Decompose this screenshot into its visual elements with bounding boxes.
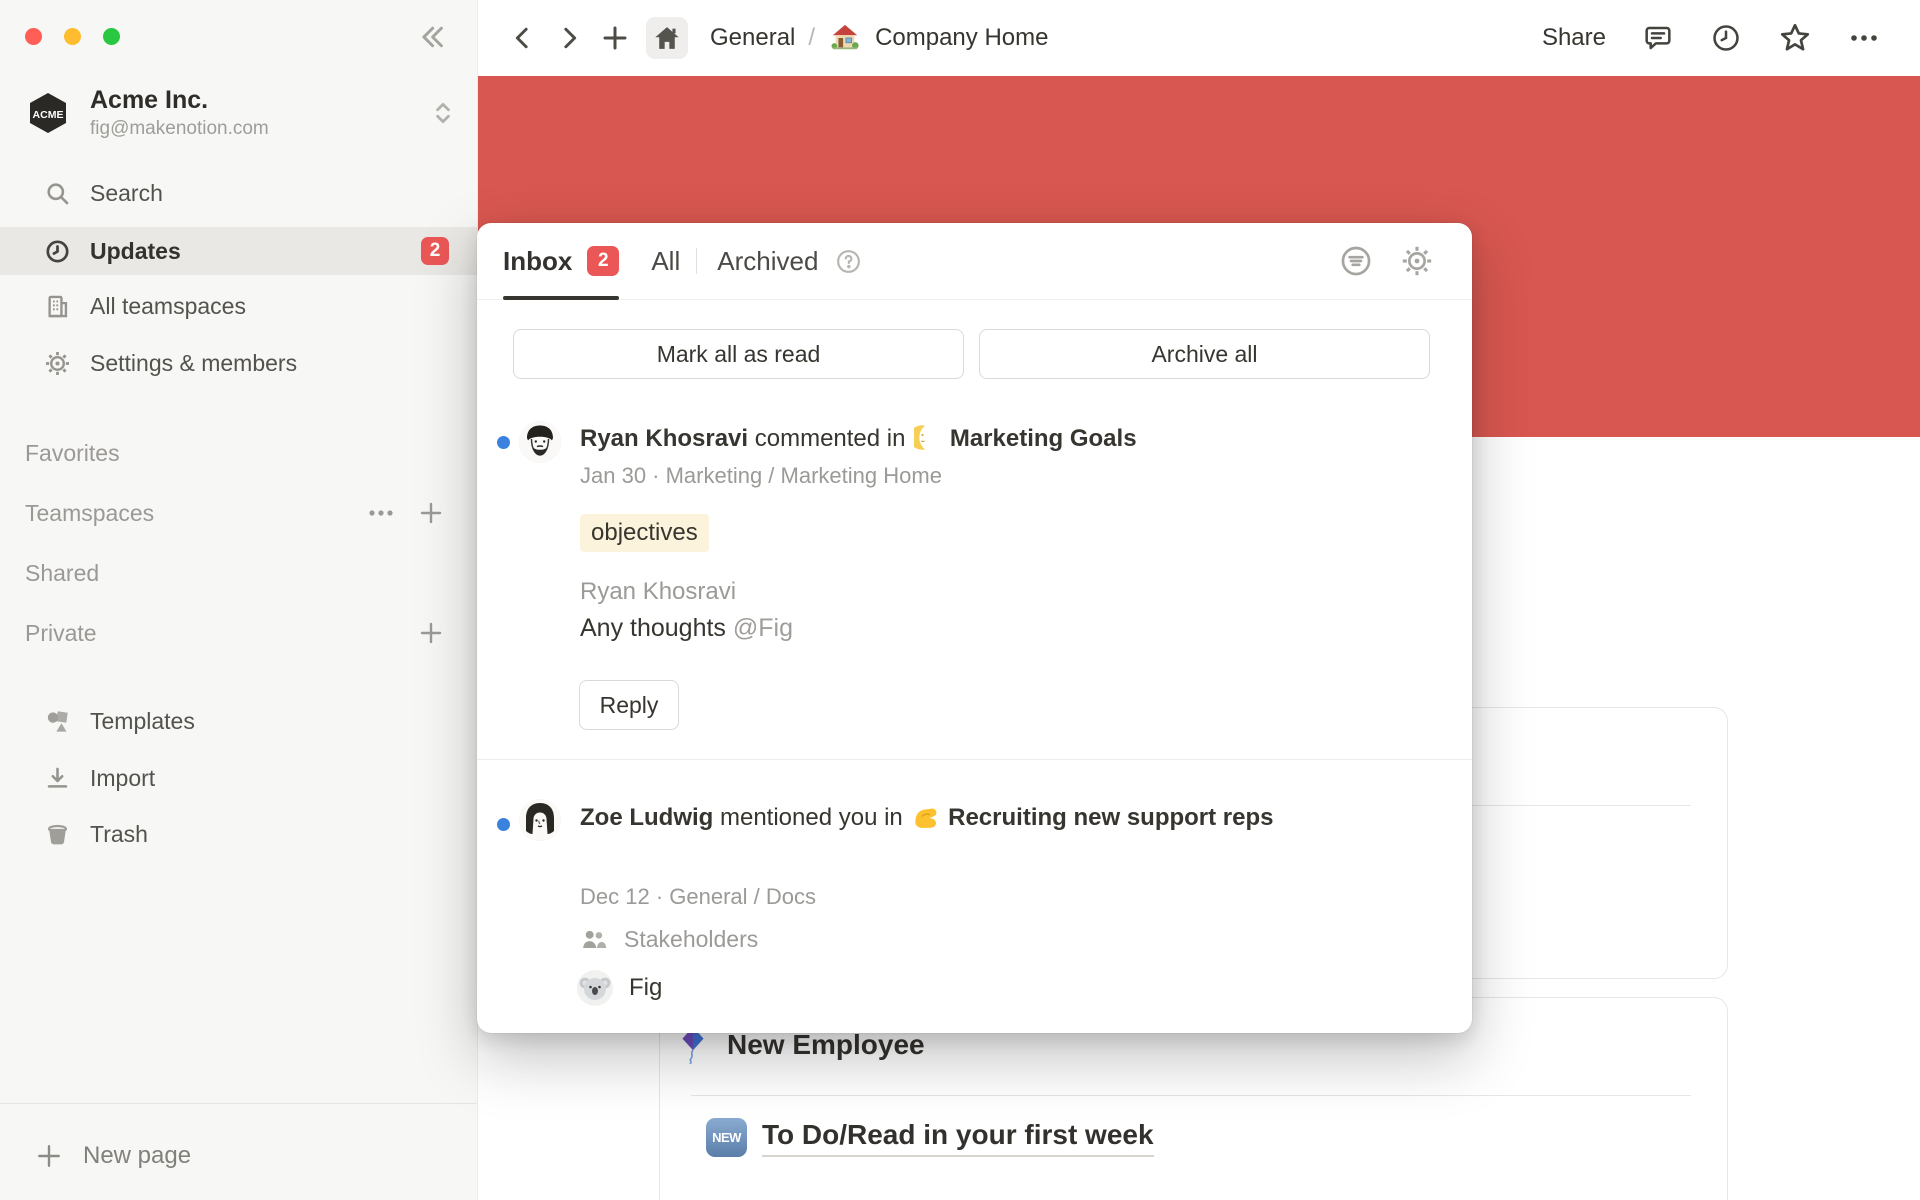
breadcrumb-parent[interactable]: General [710,24,795,52]
ellipsis-icon[interactable] [1848,33,1880,43]
avatar [519,799,561,841]
forward-icon[interactable] [554,23,584,53]
stakeholders-property: Stakeholders [580,926,758,953]
new-page-button[interactable]: New page [0,1128,478,1184]
notification-meta: Jan 30 · Marketing / Marketing Home [580,463,942,489]
sidebar-item-trash[interactable]: Trash [0,810,478,858]
building-icon [44,293,71,320]
back-icon[interactable] [508,23,538,53]
svg-text:ACME: ACME [33,109,64,121]
breadcrumb: General / Company Home [710,23,1048,53]
tab-inbox[interactable]: Inbox 2 [503,223,619,299]
collapse-sidebar-icon[interactable] [417,22,447,52]
notification-divider [477,759,1472,760]
inbox-popup: Inbox 2 All Archived Mark all as read Ar… [477,223,1472,1033]
templates-icon [44,708,71,735]
tab-archived[interactable]: Archived [717,246,818,277]
comment-icon[interactable] [1642,22,1674,54]
person-chip[interactable]: Fig [577,970,662,1006]
people-icon [580,926,607,953]
gear-icon [44,350,71,377]
trash-icon [44,821,71,848]
more-icon[interactable] [367,508,395,518]
new-button-emoji: NEW [706,1118,747,1157]
home-icon [653,24,681,52]
close-window-button[interactable] [25,28,42,45]
history-clock-icon[interactable] [1710,22,1742,54]
inbox-header: Inbox 2 All Archived [477,223,1472,300]
comment-author: Ryan Khosravi [580,578,736,606]
tab-all[interactable]: All [651,246,680,277]
unread-dot [497,818,510,831]
archive-all-button[interactable]: Archive all [979,329,1430,379]
plus-icon[interactable] [419,501,443,525]
sidebar-item-search[interactable]: Search [0,169,478,217]
highlighted-quote[interactable]: objectives [580,514,709,552]
workspace-switch-chevrons-icon[interactable] [431,100,455,126]
flex-biceps-emoji [911,802,939,830]
notification-title[interactable]: Ryan Khosravi commented in Marketing Goa… [580,420,1300,457]
sidebar-section-shared[interactable]: Shared [25,549,443,597]
gear-icon[interactable] [1400,244,1434,278]
share-button[interactable]: Share [1542,24,1606,52]
reply-button[interactable]: Reply [579,680,679,730]
sidebar-item-updates[interactable]: Updates 2 [0,227,478,275]
inbox-unread-badge: 2 [587,246,619,276]
plus-icon[interactable] [419,621,443,645]
comment-text: Any thoughts @Fig [580,614,793,643]
notification-meta: Dec 12 · General / Docs [580,884,816,910]
filter-icon[interactable] [1339,244,1373,278]
notification-title[interactable]: Zoe Ludwig mentioned you in Recruiting n… [580,799,1300,836]
mark-all-read-button[interactable]: Mark all as read [513,329,964,379]
new-tab-plus-icon[interactable] [600,23,630,53]
help-icon[interactable] [835,248,862,275]
notion-window: ACME Acme Inc. fig@makenotion.com Search… [0,0,1920,1200]
moon-emoji [914,424,941,451]
avatar [519,421,561,463]
sidebar-item-all-teamspaces[interactable]: All teamspaces [0,282,478,330]
breadcrumb-current[interactable]: Company Home [875,24,1048,52]
sidebar-section-private[interactable]: Private [25,609,443,657]
workspace-switcher[interactable]: ACME Acme Inc. fig@makenotion.com [26,86,455,140]
sidebar-item-import[interactable]: Import [0,754,478,802]
page-link-row: NEW To Do/Read in your first week [706,1118,1154,1157]
mention-chip[interactable]: @Fig [733,614,793,642]
topbar: General / Company Home Share [478,0,1920,76]
section-title: New Employee [727,1029,925,1061]
star-icon[interactable] [1778,21,1812,55]
sidebar-section-favorites[interactable]: Favorites [25,429,443,477]
page-link[interactable]: To Do/Read in your first week [762,1119,1154,1157]
sidebar-section-teamspaces[interactable]: Teamspaces [25,489,443,537]
koala-emoji [577,970,613,1006]
updates-count-badge: 2 [421,237,449,265]
unread-dot [497,436,510,449]
plus-icon [36,1143,62,1169]
import-icon [44,765,71,792]
sidebar: ACME Acme Inc. fig@makenotion.com Search… [0,0,478,1200]
workspace-name: Acme Inc. [90,86,269,115]
zoom-window-button[interactable] [103,28,120,45]
sidebar-item-templates[interactable]: Templates [0,697,478,745]
tab-separator [696,248,697,274]
search-icon [44,180,71,207]
window-controls [25,28,120,45]
sidebar-divider [0,1103,477,1104]
clock-icon [44,238,71,265]
minimize-window-button[interactable] [64,28,81,45]
workspace-email: fig@makenotion.com [90,118,269,140]
workspace-logo: ACME [26,91,70,135]
sidebar-item-settings[interactable]: Settings & members [0,339,478,387]
breadcrumb-home-button[interactable] [646,17,688,59]
house-with-garden-emoji [830,23,860,53]
